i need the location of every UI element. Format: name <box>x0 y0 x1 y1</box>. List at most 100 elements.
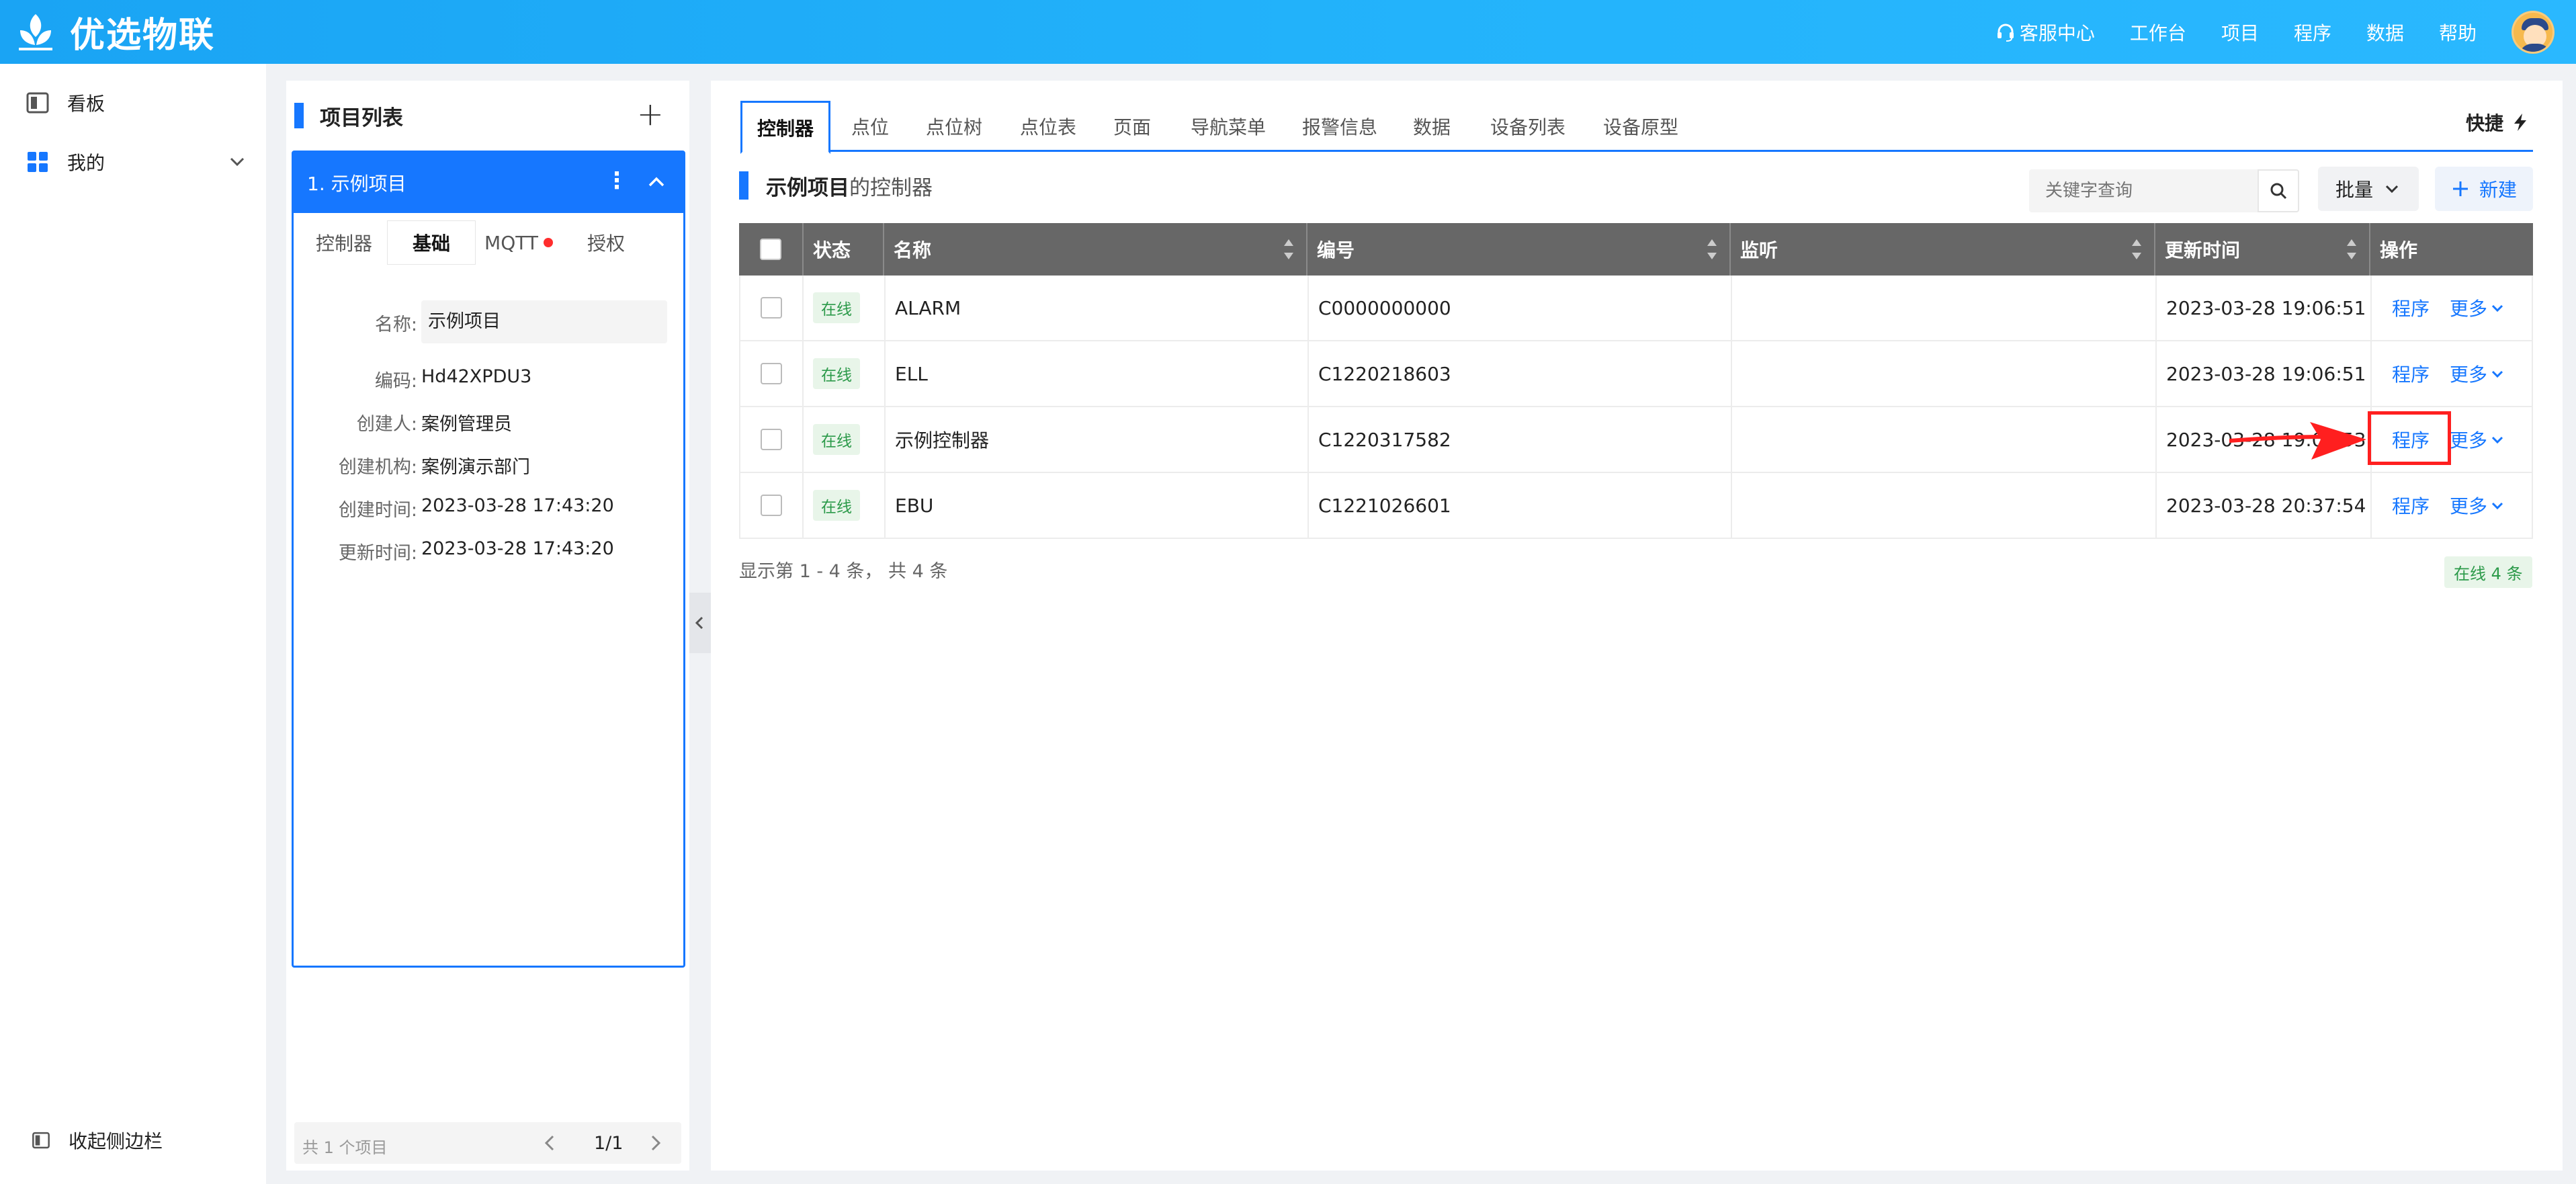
more-vertical-icon[interactable]: ⋮ <box>605 167 628 194</box>
select-all-checkbox[interactable] <box>760 239 781 260</box>
app-logo[interactable]: 优选物联 <box>13 7 215 57</box>
more-label: 更多 <box>2450 298 2488 320</box>
new-controller-button[interactable]: 新建 <box>2435 167 2533 211</box>
sort-icon[interactable] <box>1282 237 1295 262</box>
nav-workbench[interactable]: 工作台 <box>2130 19 2186 46</box>
nav-label: 客服中心 <box>2019 22 2095 44</box>
pagination-info: 显示第 1 - 4 条， 共 4 条 <box>739 561 948 582</box>
search-button[interactable] <box>2258 169 2299 212</box>
row-checkbox[interactable] <box>761 297 782 319</box>
updated-cell: 2023-03-28 19:06:51 <box>2157 341 2372 406</box>
program-link[interactable]: 程序 <box>2392 492 2430 519</box>
program-link[interactable]: 程序 <box>2392 294 2430 321</box>
project-card-header[interactable]: 1. 示例项目 ⋮ <box>294 153 683 213</box>
row-checkbox[interactable] <box>761 429 782 450</box>
header-label: 更新时间 <box>2165 239 2241 261</box>
header-name[interactable]: 名称 <box>884 223 1307 276</box>
tab-label: 基础 <box>412 232 450 255</box>
tab-alarms[interactable]: 报警信息 <box>1285 101 1395 152</box>
tab-label: 报警信息 <box>1301 116 1377 138</box>
tab-controllers[interactable]: 控制器 <box>740 101 830 154</box>
chevron-left-icon <box>695 616 703 630</box>
project-list-title: 项目列表 <box>294 99 403 132</box>
field-value: 2023-03-28 17:43:20 <box>421 495 614 516</box>
notification-dot <box>543 238 553 247</box>
chevron-down-icon <box>2491 436 2503 444</box>
tab-point-tree[interactable]: 点位树 <box>908 101 1000 152</box>
chevron-down-icon <box>2491 304 2503 312</box>
chevron-up-icon[interactable] <box>644 170 669 194</box>
status-cell: 在线 <box>804 341 886 406</box>
tab-label: MQTT <box>484 231 538 254</box>
name-cell: ELL <box>886 341 1309 406</box>
chevron-right-icon[interactable] <box>644 1132 667 1154</box>
search-input[interactable] <box>2029 169 2258 212</box>
table-row: 在线 ALARM C0000000000 2023-03-28 19:06:51… <box>739 276 2533 341</box>
sidebar-item-mine[interactable]: 我的 <box>26 149 247 175</box>
tab-nav-menu[interactable]: 导航菜单 <box>1173 101 1283 152</box>
more-dropdown[interactable]: 更多 <box>2450 360 2505 387</box>
tab-points[interactable]: 点位 <box>834 101 906 152</box>
tab-pages[interactable]: 页面 <box>1097 101 1168 152</box>
user-avatar[interactable] <box>2511 10 2554 54</box>
panel-collapse-handle[interactable] <box>689 593 711 653</box>
row-checkbox[interactable] <box>761 363 782 384</box>
more-label: 更多 <box>2450 429 2488 452</box>
tab-data[interactable]: 数据 <box>1395 101 1469 152</box>
status-badge: 在线 <box>813 358 860 389</box>
more-dropdown[interactable]: 更多 <box>2450 294 2505 321</box>
actions-cell: 程序 更多 <box>2372 341 2533 406</box>
tab-label: 数据 <box>1412 116 1451 138</box>
tab-point-table[interactable]: 点位表 <box>1002 101 1094 152</box>
field-org: 创建机构: 案例演示部门 <box>294 443 683 486</box>
controller-main-panel: 控制器 点位 点位树 点位表 页面 导航菜单 报警信息 数据 设备列表 设备原型… <box>711 81 2563 1171</box>
header-status: 状态 <box>804 223 884 276</box>
tab-authorization[interactable]: 授权 <box>562 221 650 264</box>
field-label: 创建人: <box>356 414 417 435</box>
sidebar-collapse-icon <box>32 1132 50 1149</box>
board-icon <box>26 92 49 114</box>
nav-data[interactable]: 数据 <box>2366 19 2404 46</box>
batch-dropdown-button[interactable]: 批量 <box>2318 167 2419 211</box>
header-updated[interactable]: 更新时间 <box>2155 223 2370 276</box>
sort-icon[interactable] <box>1705 237 1719 262</box>
chevron-left-icon[interactable] <box>539 1132 562 1154</box>
sidebar-item-label: 看板 <box>67 93 105 115</box>
tab-mqtt[interactable]: MQTT <box>475 221 562 264</box>
search-icon <box>2270 183 2287 200</box>
nav-service-center[interactable]: 客服中心 <box>1995 19 2095 46</box>
tab-controllers[interactable]: 控制器 <box>300 221 388 264</box>
tab-device-list[interactable]: 设备列表 <box>1473 101 1583 152</box>
nav-programs[interactable]: 程序 <box>2294 19 2331 46</box>
table-row: 在线 EBU C1221026601 2023-03-28 20:37:54 程… <box>739 473 2533 539</box>
field-value: Hd42XPDU3 <box>421 366 532 387</box>
sort-icon[interactable] <box>2130 237 2143 262</box>
quick-actions-button[interactable]: 快捷 <box>2466 109 2530 136</box>
tab-device-prototype[interactable]: 设备原型 <box>1586 101 1696 152</box>
sidebar-item-board[interactable]: 看板 <box>26 89 247 116</box>
nav-label: 数据 <box>2366 22 2404 44</box>
chevron-down-icon <box>2491 370 2503 378</box>
actions-cell: 程序 更多 <box>2372 276 2533 340</box>
nav-projects[interactable]: 项目 <box>2221 19 2259 46</box>
status-badge: 在线 <box>813 292 860 323</box>
add-project-button[interactable]: + <box>637 98 664 130</box>
header-code[interactable]: 编号 <box>1307 223 1731 276</box>
collapse-sidebar-button[interactable]: 收起侧边栏 <box>31 1127 253 1154</box>
name-input[interactable]: 示例项目 <box>421 300 667 343</box>
project-list-panel: 项目列表 + 1. 示例项目 ⋮ 控制器 基础 MQTT 授权 名称: 示例项目… <box>286 81 689 1171</box>
field-updated-at: 更新时间: 2023-03-28 17:43:20 <box>294 529 683 572</box>
tab-basic[interactable]: 基础 <box>388 221 475 264</box>
header-listen[interactable]: 监听 <box>1731 223 2155 276</box>
program-link[interactable]: 程序 <box>2392 360 2430 387</box>
program-link[interactable]: 程序 <box>2392 426 2430 453</box>
nav-help[interactable]: 帮助 <box>2439 19 2477 46</box>
page-indicator: 1/1 <box>594 1133 624 1154</box>
row-checkbox[interactable] <box>761 495 782 516</box>
headset-icon <box>1997 24 2014 42</box>
plus-icon <box>2452 181 2468 196</box>
sort-icon[interactable] <box>2345 237 2358 262</box>
status-cell: 在线 <box>804 407 886 472</box>
more-dropdown[interactable]: 更多 <box>2450 492 2505 519</box>
more-dropdown[interactable]: 更多 <box>2450 426 2505 453</box>
